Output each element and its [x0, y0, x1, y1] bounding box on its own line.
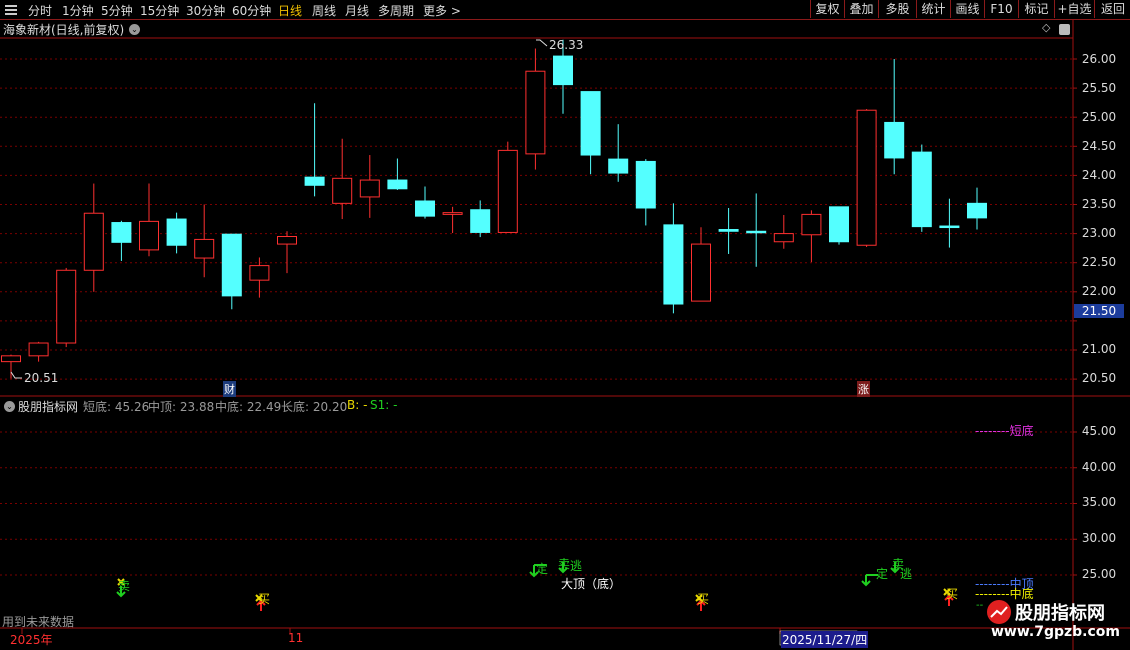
- candle-body: [691, 243, 711, 302]
- y-tick: 22.00: [1081, 284, 1117, 298]
- time-axis-month: 11: [288, 631, 304, 645]
- current-price-badge: 21.50: [1074, 304, 1124, 318]
- title-dropdown-icon[interactable]: ⌄: [129, 24, 140, 35]
- candle-body: [553, 55, 573, 86]
- escape-signal-label-2: 逃: [900, 567, 913, 581]
- diamond-icon[interactable]: ◇: [1042, 21, 1050, 34]
- candle-body: [580, 91, 601, 156]
- y-tick: 21.00: [1081, 342, 1117, 356]
- candle-body: [497, 149, 518, 233]
- window-toggle-icon[interactable]: [1059, 24, 1070, 35]
- finance-marker[interactable]: 财: [223, 381, 236, 397]
- candle-body: [1, 355, 21, 363]
- watermark-name: 股朋指标网: [1015, 603, 1105, 624]
- candle-body: [83, 212, 104, 271]
- candle-body: [884, 121, 905, 159]
- candle-body: [939, 225, 960, 229]
- y-tick: 24.00: [1081, 168, 1117, 182]
- big-top-bottom-label: 大顶（底）: [561, 577, 622, 591]
- candle-body: [911, 151, 932, 228]
- y-tick: 22.50: [1081, 255, 1117, 269]
- high-price-label: 26.33: [549, 38, 584, 52]
- candle-body: [525, 70, 546, 155]
- watermark-logo: 股朋指标网 www.7gpzb.com: [983, 596, 1130, 650]
- candle-body: [28, 342, 49, 357]
- future-data-note: 用到未来数据: [2, 615, 75, 629]
- low-pointer: [10, 371, 22, 379]
- candle-body: [359, 179, 380, 198]
- sell-signal-label: 卖: [118, 579, 131, 593]
- candle-body: [56, 269, 77, 344]
- indicator-b-value: B: -: [347, 398, 368, 412]
- indicator-short-bottom-value: 短底: 45.26: [83, 400, 150, 414]
- candle-body: [221, 233, 242, 297]
- candle-body: [967, 202, 987, 219]
- candle-body: [387, 179, 408, 190]
- time-axis-cursor-date: 2025/11/27/四: [781, 631, 869, 648]
- candle-body: [332, 177, 353, 204]
- indicator-y-tick: 45.00: [1081, 424, 1117, 438]
- locked-signal-label-2: 定: [876, 567, 889, 581]
- candle-body: [139, 220, 159, 251]
- candle-body: [773, 233, 794, 243]
- legend-short-bottom: --------短底: [975, 424, 1034, 438]
- y-tick: 25.00: [1081, 110, 1117, 124]
- sell-signal-label-2: 卖: [558, 557, 571, 571]
- y-tick: 26.00: [1081, 52, 1117, 66]
- high-pointer: [536, 39, 548, 47]
- indicator-name[interactable]: 股朋指标网: [18, 398, 78, 415]
- buy-signal-label-3: 买: [946, 587, 959, 601]
- chart-canvas: [0, 19, 1130, 650]
- candle-body: [415, 200, 435, 217]
- indicator-mid-top-value: 中顶: 23.88: [148, 400, 215, 414]
- candle-body: [249, 265, 270, 281]
- indicator-y-tick: 30.00: [1081, 531, 1117, 545]
- candle-body: [829, 206, 849, 243]
- candle-body: [801, 213, 822, 236]
- candle-body: [663, 224, 684, 305]
- buy-signal-label: 买: [258, 592, 271, 606]
- low-price-label: 20.51: [24, 371, 59, 385]
- indicator-y-tick: 40.00: [1081, 460, 1117, 474]
- buy-signal-label-2: 买: [697, 592, 710, 606]
- candle-body: [746, 230, 767, 234]
- indicator-y-tick: 35.00: [1081, 495, 1117, 509]
- indicator-dropdown-icon[interactable]: ⌄: [4, 401, 15, 412]
- indicator-s1-value: S1: -: [370, 398, 398, 412]
- candle-body: [194, 238, 215, 259]
- candle-body: [608, 158, 629, 174]
- candle-body: [277, 236, 297, 245]
- escape-signal-label: 逃: [570, 559, 583, 573]
- candle-body: [166, 218, 187, 246]
- locked-signal-label: 定: [536, 562, 549, 576]
- indicator-mid-bottom-value: 中底: 22.49: [215, 400, 282, 414]
- watermark-url: www.7gpzb.com: [991, 624, 1121, 640]
- candle-body: [718, 229, 739, 232]
- stock-title: 海象新材(日线,前复权): [3, 23, 125, 37]
- candle-body: [442, 212, 463, 215]
- candle-body: [470, 209, 491, 233]
- y-tick: 23.00: [1081, 226, 1117, 240]
- y-tick: 20.50: [1081, 371, 1117, 385]
- y-tick: 24.50: [1081, 139, 1117, 153]
- candle-body: [856, 109, 877, 246]
- candle-body: [635, 160, 656, 209]
- indicator-long-bottom-value: 长底: 20.20: [281, 400, 348, 414]
- time-axis-year: 2025年: [10, 633, 53, 647]
- candle-body: [304, 176, 325, 186]
- y-tick: 23.50: [1081, 197, 1117, 211]
- stock-chart-window: 分时 1分钟 5分钟 15分钟 30分钟 60分钟 日线 周线 月线 多周期 更…: [0, 0, 1130, 650]
- limit-up-marker[interactable]: 涨: [857, 381, 870, 397]
- indicator-y-tick: 25.00: [1081, 567, 1117, 581]
- candle-body: [111, 222, 132, 243]
- y-tick: 25.50: [1081, 81, 1117, 95]
